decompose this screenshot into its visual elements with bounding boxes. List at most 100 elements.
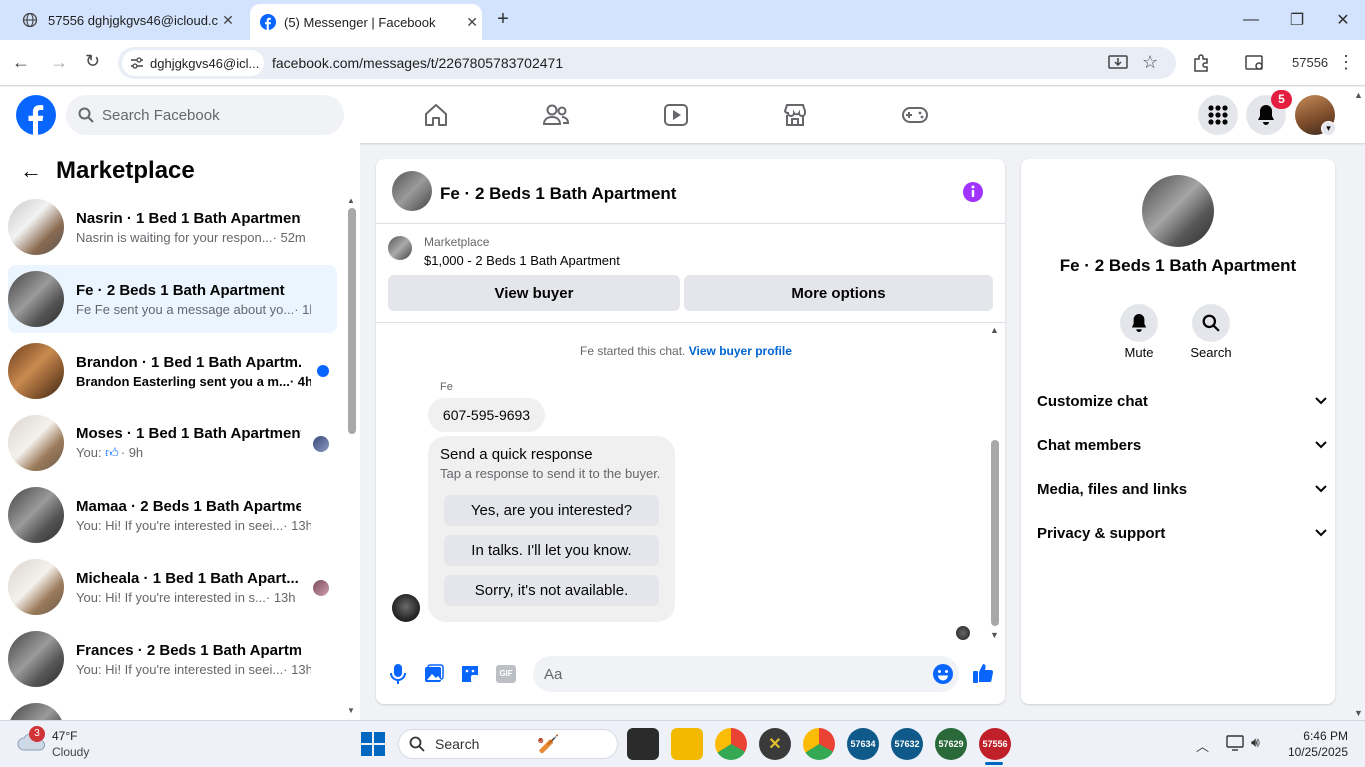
address-bar[interactable]: dghjgkgvs46@icl... facebook.com/messages… — [118, 47, 1176, 79]
conversation-preview: Brandon Easterling sent you a m...· 4h — [76, 374, 311, 389]
windows-start-icon[interactable] — [361, 732, 385, 756]
marketplace-nav[interactable] — [765, 95, 825, 135]
close-icon[interactable]: ✕ — [462, 14, 482, 31]
chat-scrollbar[interactable] — [991, 440, 999, 626]
details-avatar[interactable] — [1142, 175, 1214, 247]
chat-title[interactable]: Fe · 2 Beds 1 Bath Apartment — [440, 184, 676, 204]
conversation-item[interactable]: Fe · 2 Beds 1 Bath Apartment Fe Fe sent y… — [8, 265, 337, 333]
conversation-item[interactable]: Micheala · 1 Bed 1 Bath Apart... You: Hi!… — [8, 553, 337, 621]
menu-button[interactable] — [1198, 95, 1238, 135]
back-arrow-icon[interactable]: ← — [20, 158, 42, 184]
clock-date[interactable]: 10/25/2025 — [1278, 745, 1348, 759]
conversation-title: Fe · 2 Beds 1 Bath Apartment — [76, 281, 285, 299]
maximize-button[interactable]: ❐ — [1274, 0, 1320, 40]
install-app-icon[interactable] — [1108, 54, 1128, 72]
url-text: facebook.com/messages/t/2267805783702471 — [272, 55, 564, 71]
video-nav[interactable] — [646, 95, 706, 135]
microphone-icon[interactable] — [389, 663, 407, 685]
new-tab-button[interactable]: + — [492, 8, 514, 32]
quick-response-unavailable[interactable]: Sorry, it's not available. — [444, 575, 659, 606]
bookmark-star-icon[interactable]: ☆ — [1142, 52, 1158, 73]
section-customize-chat[interactable]: Customize chat — [1037, 383, 1327, 419]
quick-response-subtitle: Tap a response to send it to the buyer. — [440, 466, 661, 481]
volume-icon[interactable]: 🔊︎ — [1251, 734, 1260, 751]
friends-nav[interactable] — [526, 95, 586, 135]
weather-condition: Cloudy — [52, 745, 90, 759]
minimize-button[interactable]: — — [1228, 0, 1274, 40]
close-window-button[interactable]: ✕ — [1320, 0, 1365, 40]
info-icon[interactable] — [962, 181, 984, 203]
sidebar-scrollbar[interactable] — [348, 208, 356, 434]
file-explorer-icon[interactable] — [671, 728, 703, 760]
site-info-chip[interactable]: dghjgkgvs46@icl... — [122, 50, 264, 76]
chevron-down-icon — [1315, 485, 1327, 493]
facebook-search-input[interactable]: Search Facebook — [66, 95, 344, 135]
search-conversation-button[interactable] — [1192, 304, 1230, 342]
scroll-down-arrow[interactable]: ▼ — [1354, 708, 1363, 718]
reload-button[interactable]: ↻ — [85, 51, 107, 73]
scroll-up-arrow[interactable]: ▲ — [1354, 90, 1363, 100]
tune-icon — [130, 56, 144, 70]
video-icon — [663, 102, 689, 128]
temperature: 47°F — [52, 729, 78, 743]
tab-icloud[interactable]: 57556 dghjgkgvs46@icloud.com ✕ — [12, 0, 244, 40]
view-buyer-button[interactable]: View buyer — [388, 275, 680, 311]
conversation-time: · 13h — [283, 661, 311, 677]
view-buyer-profile-link[interactable]: View buyer profile — [689, 344, 792, 358]
conversation-item[interactable]: Moses · 1 Bed 1 Bath Apartment You: 👍︎ · 9… — [8, 409, 337, 477]
tab-messenger[interactable]: (5) Messenger | Facebook ✕ — [250, 4, 482, 40]
conversation-item[interactable]: Brandon · 1 Bed 1 Bath Apartm... Brandon … — [8, 337, 337, 405]
forward-button[interactable]: → — [50, 52, 72, 74]
scroll-up-arrow[interactable]: ▲ — [990, 325, 999, 335]
section-media-files-links[interactable]: Media, files and links — [1037, 471, 1327, 507]
emoji-icon[interactable] — [932, 663, 954, 685]
more-options-button[interactable]: More options — [684, 275, 993, 311]
gif-icon[interactable]: GIF — [496, 665, 516, 683]
conversation-item[interactable]: Frances · 2 Beds 1 Bath Apartment You: Hi… — [8, 625, 337, 693]
sticker-icon[interactable] — [460, 664, 480, 684]
network-icon[interactable] — [1226, 735, 1244, 751]
chat-avatar[interactable] — [392, 171, 432, 211]
menu-icon[interactable]: ⋮ — [1337, 52, 1355, 73]
home-nav[interactable] — [406, 95, 466, 135]
taskbar-app-57634[interactable]: 57634 — [847, 728, 879, 760]
tab-search-icon[interactable] — [1245, 54, 1265, 72]
mute-button[interactable] — [1120, 304, 1158, 342]
scroll-down-arrow[interactable]: ▼ — [347, 706, 355, 716]
facebook-logo[interactable] — [16, 95, 56, 135]
sender-avatar[interactable] — [392, 594, 420, 622]
close-icon[interactable]: ✕ — [218, 12, 238, 29]
message-bubble[interactable]: 607-595-9693 — [428, 398, 545, 432]
section-privacy-support[interactable]: Privacy & support — [1037, 515, 1327, 551]
section-label: Media, files and links — [1037, 480, 1188, 498]
profile-label[interactable]: 57556 — [1292, 55, 1328, 70]
scroll-up-arrow[interactable]: ▲ — [347, 196, 355, 206]
section-chat-members[interactable]: Chat members — [1037, 427, 1327, 463]
photo-icon[interactable] — [424, 664, 444, 684]
back-button[interactable]: ← — [12, 52, 34, 74]
conversation-item[interactable]: Mamaa · 2 Beds 1 Bath Apartment You: Hi! … — [8, 481, 337, 549]
clock-time[interactable]: 6:46 PM — [1288, 729, 1348, 743]
taskbar-app-57632[interactable]: 57632 — [891, 728, 923, 760]
task-view-icon[interactable] — [627, 728, 659, 760]
listing-title[interactable]: $1,000 - 2 Beds 1 Bath Apartment — [424, 253, 620, 268]
message-input[interactable]: Aa — [533, 656, 959, 692]
quick-response-talks[interactable]: In talks. I'll let you know. — [444, 535, 659, 566]
taskbar-search[interactable]: Search 🏏 — [398, 729, 618, 759]
conversation-text: Brandon · 1 Bed 1 Bath Apartm... Brandon … — [76, 354, 311, 389]
like-icon[interactable] — [972, 662, 994, 684]
chrome-icon[interactable] — [715, 728, 747, 760]
taskbar-app-label: 57629 — [938, 739, 964, 749]
conversation-item[interactable]: Nasrin · 1 Bed 1 Bath Apartment Nasrin is… — [8, 193, 337, 261]
chevron-down-icon[interactable]: ▾ — [1321, 121, 1336, 136]
chevron-up-icon[interactable]: ︿ — [1196, 736, 1209, 755]
taskbar-app-57556[interactable]: 57556 — [979, 728, 1011, 760]
chrome-profile-icon[interactable] — [803, 728, 835, 760]
app-x-icon[interactable]: ✕ — [759, 728, 791, 760]
quick-response-yes[interactable]: Yes, are you interested? — [444, 495, 659, 526]
chat-started-notice: Fe started this chat. View buyer profile — [580, 344, 792, 358]
gaming-nav[interactable] — [885, 95, 945, 135]
scroll-down-arrow[interactable]: ▼ — [990, 630, 999, 640]
extensions-icon[interactable] — [1192, 54, 1210, 72]
taskbar-app-57629[interactable]: 57629 — [935, 728, 967, 760]
